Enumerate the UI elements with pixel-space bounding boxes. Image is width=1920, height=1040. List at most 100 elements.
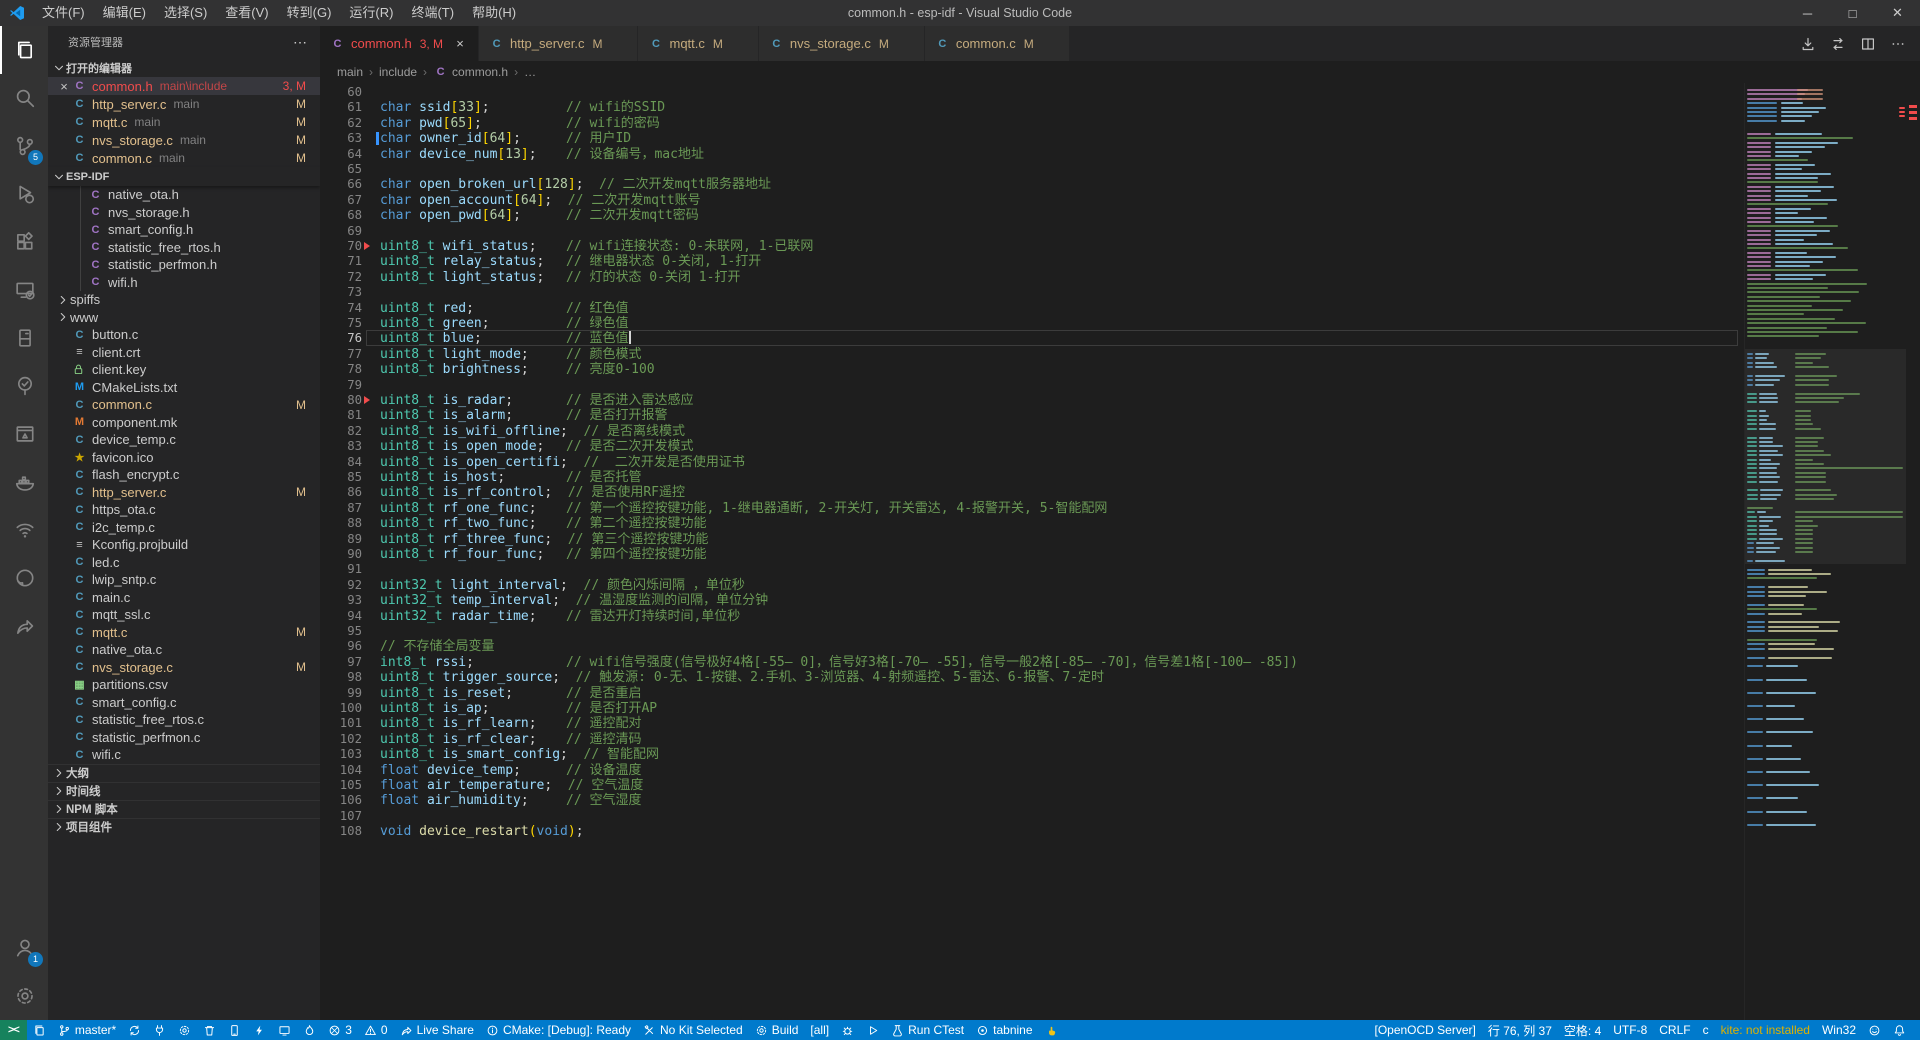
status-git-branch[interactable]: master* (52, 1020, 122, 1040)
tree-item[interactable]: Cstatistic_free_rtos.h (48, 239, 320, 257)
status-debug-target[interactable] (835, 1020, 860, 1040)
status-build-flash-monitor[interactable] (297, 1020, 322, 1040)
status-platform[interactable]: Win32 (1816, 1020, 1862, 1040)
tree-item[interactable]: Clwip_sntp.c (48, 571, 320, 589)
status-live-share[interactable]: Live Share (394, 1020, 480, 1040)
code-editor[interactable]: 6061char ssid[33]; // wifi的SSID62char pw… (320, 83, 1920, 1020)
overview-ruler[interactable] (1906, 83, 1920, 1020)
activitybar-search[interactable] (0, 74, 48, 122)
breadcrumb-item[interactable]: … (524, 65, 536, 79)
project-section-header[interactable]: ESP-IDF (48, 167, 320, 186)
status-cmake-status[interactable]: CMake: [Debug]: Ready (480, 1020, 637, 1040)
status-encoding[interactable]: UTF-8 (1607, 1020, 1653, 1040)
status-feedback[interactable] (1862, 1020, 1887, 1040)
tab-common.c[interactable]: Ccommon.cM (925, 26, 1069, 61)
activitybar-extensions[interactable] (0, 218, 48, 266)
status-sync-changes[interactable] (122, 1020, 147, 1040)
tree-item[interactable]: ★favicon.ico (48, 449, 320, 467)
activitybar-docker[interactable] (0, 458, 48, 506)
activitybar-explorer[interactable] (0, 26, 48, 74)
status-build-target[interactable]: [all] (804, 1020, 835, 1040)
activitybar-remote-explorer[interactable] (0, 266, 48, 314)
open-editor-item[interactable]: ×Ccommon.hmain\include3, M (48, 77, 320, 95)
status-flash-device[interactable] (247, 1020, 272, 1040)
tree-item[interactable]: Cbutton.c (48, 326, 320, 344)
tree-item[interactable]: ▦partitions.csv (48, 676, 320, 694)
tree-item[interactable]: www (48, 309, 320, 327)
tree-item[interactable]: Cdevice_temp.c (48, 431, 320, 449)
open-editor-item[interactable]: Cmqtt.cmainM (48, 113, 320, 131)
breadcrumb-item[interactable]: main (337, 65, 363, 79)
tree-item[interactable]: Cled.c (48, 554, 320, 572)
tab-mqtt.c[interactable]: Cmqtt.cM (638, 26, 757, 61)
tree-item[interactable]: Cwifi.h (48, 274, 320, 292)
menu-5[interactable]: 运行(R) (340, 0, 402, 26)
tab-common.h[interactable]: Ccommon.h3, M× (320, 26, 478, 61)
tree-item[interactable]: Csmart_config.h (48, 221, 320, 239)
tree-item[interactable]: ≡Kconfig.projbuild (48, 536, 320, 554)
tree-item[interactable]: ≡client.crt (48, 344, 320, 362)
status-cmake-build[interactable]: Build (749, 1020, 805, 1040)
breadcrumb-item[interactable]: Ccommon.h (433, 65, 508, 79)
open-editor-item[interactable]: Chttp_server.cmainM (48, 95, 320, 113)
status-launch-target[interactable] (860, 1020, 885, 1040)
close-icon[interactable]: × (56, 79, 72, 94)
activitybar-esp-idf-explorer[interactable] (0, 314, 48, 362)
status-language-mode[interactable]: c (1697, 1020, 1715, 1040)
status-eol[interactable]: CRLF (1653, 1020, 1696, 1040)
action-open-changes[interactable] (1830, 36, 1846, 52)
activitybar-accounts[interactable]: 1 (0, 924, 48, 972)
activitybar-settings[interactable] (0, 972, 48, 1020)
status-device-monitor[interactable] (222, 1020, 247, 1040)
activitybar-output-panel[interactable] (0, 410, 48, 458)
maximize-button[interactable]: □ (1830, 0, 1875, 26)
menu-0[interactable]: 文件(F) (33, 0, 94, 26)
close-button[interactable]: ✕ (1875, 0, 1920, 26)
tree-item[interactable]: Cflash_encrypt.c (48, 466, 320, 484)
status-serial-port[interactable] (147, 1020, 172, 1040)
section-1[interactable]: 时间线 (48, 782, 320, 800)
open-editors-header[interactable]: 打开的编辑器 (48, 58, 320, 77)
tree-item[interactable]: Cnvs_storage.cM (48, 659, 320, 677)
tree-item[interactable]: Cmqtt.cM (48, 624, 320, 642)
tree-item[interactable]: Cnative_ota.c (48, 641, 320, 659)
activitybar-source-control[interactable]: 5 (0, 122, 48, 170)
status-monitor-device[interactable] (272, 1020, 297, 1040)
section-0[interactable]: 大纲 (48, 764, 320, 782)
status-kite-status[interactable]: kite: not installed (1715, 1020, 1816, 1040)
action-more-actions[interactable] (1890, 36, 1906, 52)
tree-item[interactable]: Chttps_ota.c (48, 501, 320, 519)
minimize-button[interactable]: ─ (1785, 0, 1830, 26)
status-explorer-shortcut[interactable] (27, 1020, 52, 1040)
status-indentation[interactable]: 空格: 4 (1558, 1020, 1607, 1040)
status-tabnine[interactable]: tabnine (970, 1020, 1038, 1040)
open-editor-item[interactable]: Ccommon.cmainM (48, 149, 320, 167)
remote-indicator[interactable]: >< (0, 1020, 27, 1040)
activitybar-test-explorer[interactable] (0, 362, 48, 410)
tree-item[interactable]: Cwifi.c (48, 746, 320, 764)
breadcrumb-item[interactable]: include (379, 65, 417, 79)
status-tabnine-paw[interactable] (1039, 1020, 1064, 1040)
tree-item[interactable]: Cnative_ota.h (48, 186, 320, 204)
status-openocd-server[interactable]: [OpenOCD Server] (1368, 1020, 1481, 1040)
section-2[interactable]: NPM 脚本 (48, 800, 320, 818)
tree-item[interactable]: Chttp_server.cM (48, 484, 320, 502)
tree-item[interactable]: MCMakeLists.txt (48, 379, 320, 397)
tree-item[interactable]: Cstatistic_perfmon.c (48, 729, 320, 747)
tab-close-icon[interactable]: × (452, 36, 468, 51)
tree-item[interactable]: Cmqtt_ssl.c (48, 606, 320, 624)
open-editor-item[interactable]: Cnvs_storage.cmainM (48, 131, 320, 149)
status-cursor-position[interactable]: 行 76, 列 37 (1482, 1020, 1558, 1040)
tree-item[interactable]: Ci2c_temp.c (48, 519, 320, 537)
menu-6[interactable]: 终端(T) (402, 0, 463, 26)
menu-4[interactable]: 转到(G) (278, 0, 341, 26)
tree-item[interactable]: Cstatistic_perfmon.h (48, 256, 320, 274)
tab-nvs_storage.c[interactable]: Cnvs_storage.cM (759, 26, 924, 61)
tab-http_server.c[interactable]: Chttp_server.cM (479, 26, 637, 61)
status-device-config[interactable] (172, 1020, 197, 1040)
activitybar-github[interactable] (0, 554, 48, 602)
section-3[interactable]: 项目组件 (48, 818, 320, 836)
tree-item[interactable]: Mcomponent.mk (48, 414, 320, 432)
action-run-below[interactable] (1800, 36, 1816, 52)
status-errors[interactable]: 3 (322, 1020, 358, 1040)
